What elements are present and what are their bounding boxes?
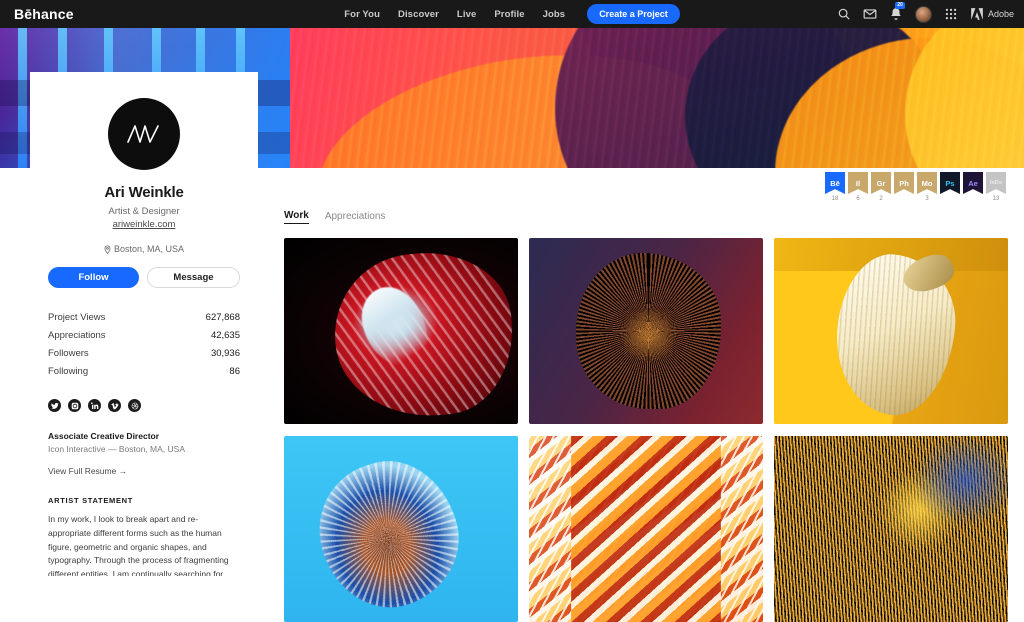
tool-badge-label: Gr (871, 172, 891, 194)
tool-badge-count: 18 (831, 196, 839, 202)
profile-sidebar: Ari Weinkle Artist & Designer ariweinkle… (30, 72, 258, 576)
stat-row-followers: Followers 30,936 (48, 344, 240, 362)
content-tabs: Work Appreciations (284, 210, 385, 224)
stat-row-project-views: Project Views 627,868 (48, 308, 240, 326)
tool-badge-label: Ps (940, 172, 960, 194)
instagram-icon[interactable] (68, 399, 81, 412)
profile-action-buttons: Follow Message (48, 267, 240, 288)
tool-badge-label: Ph (894, 172, 914, 194)
nav-link-live[interactable]: Live (457, 9, 476, 20)
stat-value: 86 (229, 365, 240, 377)
stat-label: Appreciations (48, 329, 106, 341)
user-avatar[interactable] (914, 5, 932, 23)
tab-appreciations[interactable]: Appreciations (325, 211, 386, 224)
nav-utility-icons: 20 Adobe (837, 2, 1014, 23)
tool-badge-label: Bē (825, 172, 845, 194)
nav-link-for-you[interactable]: For You (344, 9, 380, 20)
app-grid-icon[interactable] (944, 7, 958, 21)
stat-label: Followers (48, 347, 89, 359)
tool-badge-ph[interactable]: Ph (894, 172, 914, 204)
tool-badge-ae[interactable]: Ae (963, 172, 983, 204)
profile-avatar-monogram[interactable] (108, 98, 180, 170)
artist-statement-body: In my work, I look to break apart and re… (48, 514, 229, 576)
adobe-label: Adobe (987, 9, 1014, 19)
tool-badge-count: 3 (925, 196, 929, 202)
profile-location-text: Boston, MA, USA (113, 244, 185, 254)
social-links-row (48, 399, 240, 412)
top-navigation-bar: Bēhance For You Discover Live Profile Jo… (0, 0, 1024, 28)
mail-icon[interactable] (863, 7, 877, 21)
notification-badge-count: 20 (894, 2, 905, 9)
nav-link-discover[interactable]: Discover (398, 9, 439, 20)
project-thumbnail[interactable] (529, 436, 763, 622)
follow-button[interactable]: Follow (48, 267, 139, 288)
tool-badge-count: 13 (992, 196, 1000, 202)
tool-badge-mo[interactable]: Mo 3 (917, 172, 937, 204)
tool-badge-label: Ae (963, 172, 983, 194)
location-pin-icon (104, 244, 111, 254)
tab-work[interactable]: Work (284, 210, 309, 224)
profile-name: Ari Weinkle (104, 184, 184, 201)
project-thumbnail[interactable] (774, 436, 1008, 622)
create-a-project-button[interactable]: Create a Project (587, 4, 680, 24)
adobe-tool-badges: Bē 18 Il 6 Gr 2 Ph Mo 3 Ps Ae InDs 13 (825, 172, 1006, 204)
stat-value: 30,936 (210, 347, 240, 359)
linkedin-icon[interactable] (88, 399, 101, 412)
message-button[interactable]: Message (147, 267, 240, 288)
stat-row-appreciations: Appreciations 42,635 (48, 326, 240, 344)
tool-badge-be[interactable]: Bē 18 (825, 172, 845, 204)
tool-badge-il[interactable]: Il 6 (848, 172, 868, 204)
job-company-location: Icon Interactive — Boston, MA, USA (48, 444, 186, 454)
banner-artwork-right (255, 28, 1024, 168)
nav-link-profile[interactable]: Profile (494, 9, 524, 20)
stat-label: Following (48, 365, 89, 377)
project-thumbnail[interactable] (529, 238, 763, 424)
profile-location: Boston, MA, USA (48, 244, 240, 254)
adobe-link[interactable]: Adobe (970, 7, 1014, 21)
profile-website-link[interactable]: ariweinkle.com (48, 219, 240, 230)
tool-badge-indesign[interactable]: InDs 13 (986, 172, 1006, 204)
tool-badge-count: 6 (856, 196, 860, 202)
stat-row-following: Following 86 (48, 362, 240, 380)
nav-link-jobs[interactable]: Jobs (543, 9, 566, 20)
tool-badge-label: Il (848, 172, 868, 194)
twitter-icon[interactable] (48, 399, 61, 412)
tool-badge-count: 2 (879, 196, 883, 202)
view-full-resume-link[interactable]: View Full Resume → (48, 466, 127, 476)
vimeo-icon[interactable] (108, 399, 121, 412)
job-title: Associate Creative Director (48, 431, 160, 441)
stat-value: 627,868 (205, 311, 240, 323)
tool-badge-ps[interactable]: Ps (940, 172, 960, 204)
project-grid (284, 238, 1008, 622)
project-thumbnail[interactable] (774, 238, 1008, 424)
stat-value: 42,635 (210, 329, 240, 341)
tool-badge-label: InDs (986, 172, 1006, 194)
profile-stats-list: Project Views 627,868 Appreciations 42,6… (48, 308, 240, 380)
notifications-bell-icon[interactable]: 20 (889, 2, 905, 21)
tool-badge-gr[interactable]: Gr 2 (871, 172, 891, 204)
project-thumbnail[interactable] (284, 436, 518, 622)
tool-badge-label: Mo (917, 172, 937, 194)
adobe-logo-icon (970, 7, 984, 21)
stat-label: Project Views (48, 311, 106, 323)
project-thumbnail[interactable] (284, 238, 518, 424)
profile-role: Artist & Designer (108, 206, 180, 217)
behance-logo[interactable]: Bēhance (14, 6, 174, 22)
main-content-area: Bē 18 Il 6 Gr 2 Ph Mo 3 Ps Ae InDs 13 Wo… (258, 168, 1024, 622)
search-icon[interactable] (837, 7, 851, 21)
artist-statement-heading: ARTIST STATEMENT (48, 496, 134, 505)
dribbble-icon[interactable] (128, 399, 141, 412)
